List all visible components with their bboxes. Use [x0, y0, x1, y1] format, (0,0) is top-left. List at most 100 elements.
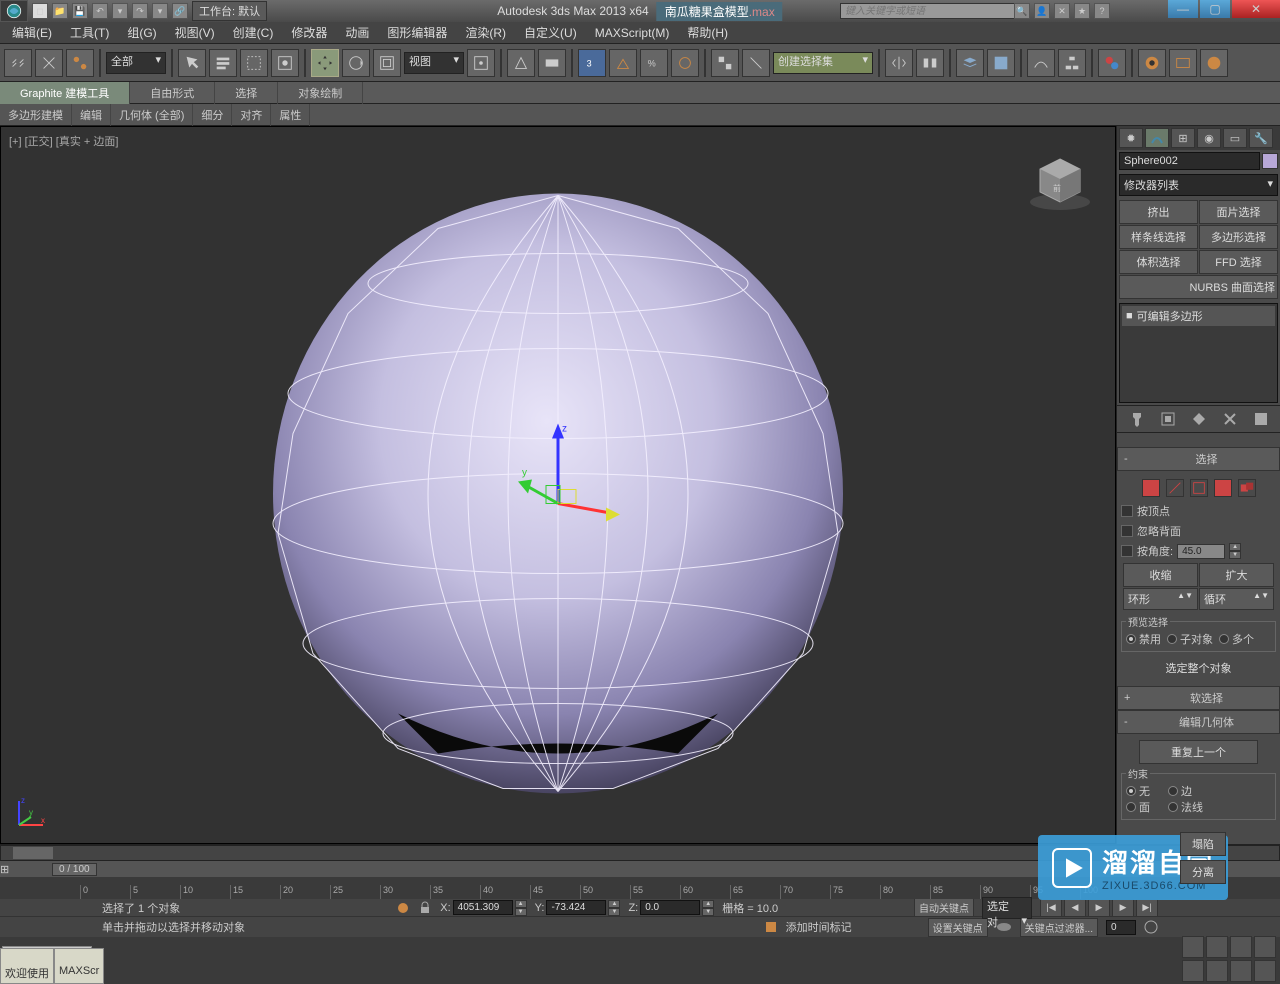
close-button[interactable]: ✕: [1232, 0, 1280, 18]
rollout-soft-selection[interactable]: +软选择: [1117, 686, 1280, 710]
render-frame-icon[interactable]: [1169, 49, 1197, 77]
select-name-icon[interactable]: [209, 49, 237, 77]
cb-by-vertex[interactable]: [1121, 505, 1133, 517]
menu-animation[interactable]: 动画: [337, 22, 377, 43]
layers-icon[interactable]: [956, 49, 984, 77]
keyboard-shortcut-icon[interactable]: [538, 49, 566, 77]
new-file-icon[interactable]: ◻: [32, 3, 48, 19]
btn-shrink[interactable]: 收缩: [1123, 563, 1198, 587]
ribbon-tab-freeform[interactable]: 自由形式: [130, 82, 215, 104]
radio-constraint-normal[interactable]: [1168, 802, 1178, 812]
pivot-center-icon[interactable]: [467, 49, 495, 77]
menu-views[interactable]: 视图(V): [167, 22, 223, 43]
ribbon-tab-selection[interactable]: 选择: [215, 82, 278, 104]
radio-constraint-edge[interactable]: [1168, 786, 1178, 796]
btn-nurbs-select[interactable]: NURBS 曲面选择: [1119, 275, 1278, 299]
btn-repeat-last[interactable]: 重复上一个: [1139, 740, 1258, 764]
object-color-swatch[interactable]: [1262, 153, 1278, 169]
link-tool-icon[interactable]: [4, 49, 32, 77]
exchange-icon[interactable]: ✕: [1054, 3, 1070, 19]
bind-tool-icon[interactable]: [66, 49, 94, 77]
ref-coord-dropdown[interactable]: 视图: [404, 52, 464, 74]
fov-icon[interactable]: [1254, 936, 1276, 958]
manipulate-icon[interactable]: [507, 49, 535, 77]
select-tool-icon[interactable]: [178, 49, 206, 77]
viewport[interactable]: [+] [正交] [真实 + 边面]: [0, 126, 1116, 844]
edit-named-sel-icon[interactable]: [742, 49, 770, 77]
menu-maxscript[interactable]: MAXScript(M): [587, 24, 678, 42]
key-mode-dropdown[interactable]: 选定对: [982, 897, 1032, 919]
time-config-icon[interactable]: [1144, 920, 1158, 934]
material-editor-icon[interactable]: [1098, 49, 1126, 77]
snap-toggle-icon[interactable]: 3: [578, 49, 606, 77]
panel-tab-display-icon[interactable]: ▭: [1223, 128, 1247, 148]
time-tag-icon[interactable]: [764, 920, 778, 934]
search-icon[interactable]: 🔍: [1014, 3, 1030, 19]
window-crossing-icon[interactable]: [271, 49, 299, 77]
named-sel-icon[interactable]: [711, 49, 739, 77]
walk-view-icon[interactable]: [1206, 936, 1228, 958]
goto-end-icon[interactable]: ▶|: [1136, 899, 1158, 917]
menu-help[interactable]: 帮助(H): [679, 22, 736, 43]
zoom-icon[interactable]: [1230, 936, 1252, 958]
menu-custom[interactable]: 自定义(U): [516, 22, 585, 43]
modifier-stack[interactable]: ■可编辑多边形: [1119, 303, 1278, 403]
panel-tab-utilities-icon[interactable]: 🔧: [1249, 128, 1273, 148]
menu-edit[interactable]: 编辑(E): [4, 22, 60, 43]
undo-dd-icon[interactable]: ▾: [112, 3, 128, 19]
next-frame-icon[interactable]: ▶: [1112, 899, 1134, 917]
prev-frame-icon[interactable]: ◀: [1064, 899, 1086, 917]
pan-view-icon[interactable]: [1182, 936, 1204, 958]
lock-icon[interactable]: [418, 901, 432, 915]
btn-spline-select[interactable]: 样条线选择: [1119, 225, 1198, 249]
btn-grow[interactable]: 扩大: [1199, 563, 1274, 587]
set-key-button[interactable]: 设置关键点: [928, 918, 988, 937]
rollout-selection[interactable]: -选择: [1117, 447, 1280, 471]
btn-ffd-select[interactable]: FFD 选择: [1199, 250, 1278, 274]
menu-create[interactable]: 创建(C): [225, 22, 282, 43]
timeline-prefix-icon[interactable]: ⊞: [0, 863, 42, 876]
cb-by-angle[interactable]: [1121, 545, 1133, 557]
btn-ring[interactable]: 环形▲▼: [1123, 588, 1198, 610]
layer-manager-icon[interactable]: [987, 49, 1015, 77]
zoom-all-icon[interactable]: [1206, 960, 1228, 982]
coord-x-field[interactable]: 4051.309: [453, 900, 513, 915]
viewport-label[interactable]: [+] [正交] [真实 + 边面]: [9, 133, 118, 149]
selection-filter-dropdown[interactable]: 全部: [106, 52, 166, 74]
align-icon[interactable]: [916, 49, 944, 77]
move-tool-icon[interactable]: [311, 49, 339, 77]
subobj-vertex-icon[interactable]: [1142, 479, 1160, 497]
panel-tab-motion-icon[interactable]: ◉: [1197, 128, 1221, 148]
subobj-edge-icon[interactable]: [1166, 479, 1184, 497]
tab-maxscript[interactable]: MAXScr: [54, 948, 104, 984]
zoom-extents-icon[interactable]: [1182, 960, 1204, 982]
play-icon[interactable]: ▶: [1088, 899, 1110, 917]
show-result-icon[interactable]: [1159, 410, 1177, 428]
menu-graph[interactable]: 图形编辑器: [379, 22, 455, 43]
menu-tools[interactable]: 工具(T): [62, 22, 117, 43]
btn-separate[interactable]: 分离: [1180, 860, 1226, 884]
ribbon-sub-geom[interactable]: 几何体 (全部): [111, 104, 193, 126]
coord-z-field[interactable]: 0.0: [640, 900, 700, 915]
subobj-border-icon[interactable]: [1190, 479, 1208, 497]
redo-dd-icon[interactable]: ▾: [152, 3, 168, 19]
selection-set-dropdown[interactable]: 创建选择集: [773, 52, 873, 74]
modifier-list-dropdown[interactable]: 修改器列表▾: [1119, 174, 1278, 196]
key-filters-button[interactable]: 关键点过滤器...: [1020, 918, 1098, 937]
render-setup-icon[interactable]: [1138, 49, 1166, 77]
angle-snap-icon[interactable]: [609, 49, 637, 77]
maximize-viewport-icon[interactable]: [1254, 960, 1276, 982]
stack-item-editable-poly[interactable]: ■可编辑多边形: [1122, 306, 1275, 326]
menu-render[interactable]: 渲染(R): [457, 22, 514, 43]
maximize-button[interactable]: ▢: [1200, 0, 1230, 18]
remove-mod-icon[interactable]: [1221, 410, 1239, 428]
goto-start-icon[interactable]: |◀: [1040, 899, 1062, 917]
panel-tab-hierarchy-icon[interactable]: ⊞: [1171, 128, 1195, 148]
panel-tab-create-icon[interactable]: ✹: [1119, 128, 1143, 148]
menu-modifiers[interactable]: 修改器: [283, 22, 335, 43]
undo-icon[interactable]: ↶: [92, 3, 108, 19]
panel-tab-modify-icon[interactable]: [1145, 128, 1169, 148]
lock-selection-icon[interactable]: [396, 901, 410, 915]
radio-preview-none[interactable]: [1126, 634, 1136, 644]
radio-preview-multi[interactable]: [1219, 634, 1229, 644]
